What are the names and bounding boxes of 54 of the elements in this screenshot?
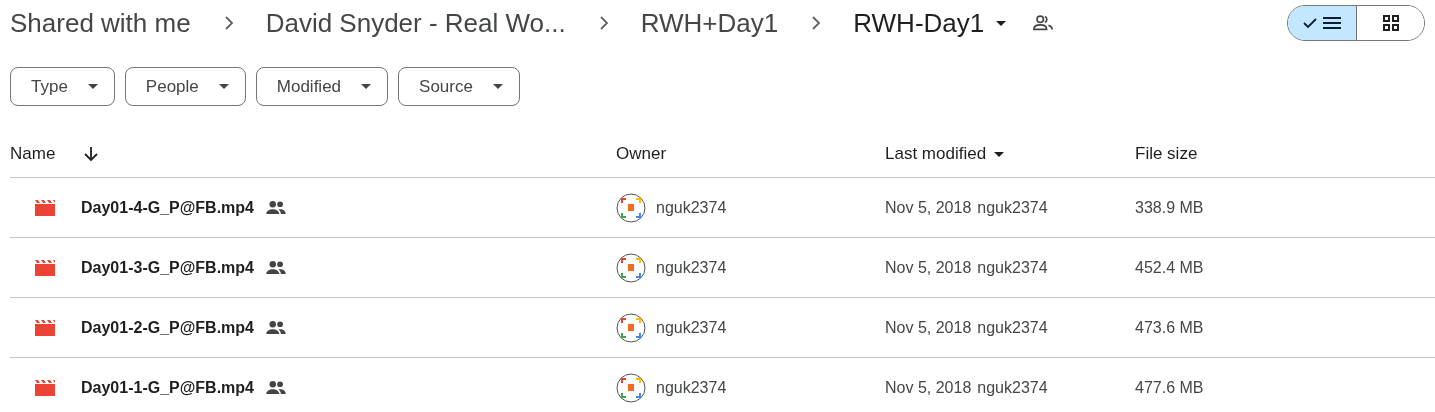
video-file-icon (35, 319, 55, 336)
dropdown-arrow-icon (361, 84, 372, 89)
file-name[interactable]: Day01-2-G_P@FB.mp4 (81, 318, 254, 337)
modified-date: Nov 5, 2018 (885, 318, 972, 337)
file-name[interactable]: Day01-4-G_P@FB.mp4 (81, 198, 254, 217)
grid-icon (1382, 15, 1399, 31)
modified-by: nguk2374 (977, 318, 1048, 337)
avatar-icon (616, 312, 646, 343)
video-file-icon (35, 259, 55, 276)
file-size: 477.6 MB (1135, 378, 1204, 397)
breadcrumb-link[interactable]: Shared with me (10, 7, 191, 39)
breadcrumb-current-folder[interactable]: RWH-Day1 (853, 7, 1007, 39)
dropdown-arrow-icon (492, 84, 503, 89)
modified-date: Nov 5, 2018 (885, 198, 972, 217)
avatar-icon (616, 372, 646, 403)
avatar-icon (616, 192, 646, 223)
owner-name: nguk2374 (656, 258, 727, 277)
filter-chip[interactable]: Modified (255, 67, 389, 106)
file-size: 473.6 MB (1135, 318, 1204, 337)
owner-name: nguk2374 (656, 198, 727, 217)
breadcrumb-link[interactable]: David Snyder - Real Wo... (265, 7, 566, 39)
column-header[interactable]: Last modified (885, 144, 1005, 164)
owner-name: nguk2374 (656, 318, 727, 337)
video-file-icon (35, 379, 55, 396)
file-name[interactable]: Day01-3-G_P@FB.mp4 (81, 258, 254, 277)
checkmark-icon (1303, 17, 1317, 29)
column-header[interactable]: File size (1135, 144, 1198, 164)
column-header[interactable]: Owner (616, 144, 667, 164)
sort-arrow-icon[interactable] (83, 146, 100, 162)
dropdown-arrow-icon (218, 84, 229, 89)
video-file-icon (35, 199, 55, 216)
chevron-right-icon (598, 16, 609, 30)
file-name[interactable]: Day01-1-G_P@FB.mp4 (81, 378, 254, 397)
modified-by: nguk2374 (977, 378, 1048, 397)
filter-chip[interactable]: People (124, 67, 246, 106)
dropdown-arrow-icon (996, 20, 1007, 26)
modified-by: nguk2374 (977, 258, 1048, 277)
chevron-right-icon (811, 16, 822, 30)
column-header[interactable]: Name (10, 144, 56, 164)
grid-view-button[interactable] (1356, 6, 1424, 40)
list-icon (1323, 16, 1341, 30)
owner-name: nguk2374 (656, 378, 727, 397)
modified-by: nguk2374 (977, 198, 1048, 217)
dropdown-arrow-icon (87, 84, 98, 89)
file-size: 338.9 MB (1135, 198, 1204, 217)
breadcrumb-link[interactable]: RWH+Day1 (640, 7, 779, 39)
filter-chip[interactable]: Type (10, 67, 115, 106)
chevron-right-icon (223, 16, 234, 30)
avatar-icon (616, 252, 646, 283)
modified-date: Nov 5, 2018 (885, 258, 972, 277)
list-view-button[interactable] (1288, 6, 1356, 40)
filter-chip[interactable]: Source (398, 67, 520, 106)
file-size: 452.4 MB (1135, 258, 1204, 277)
modified-date: Nov 5, 2018 (885, 378, 972, 397)
